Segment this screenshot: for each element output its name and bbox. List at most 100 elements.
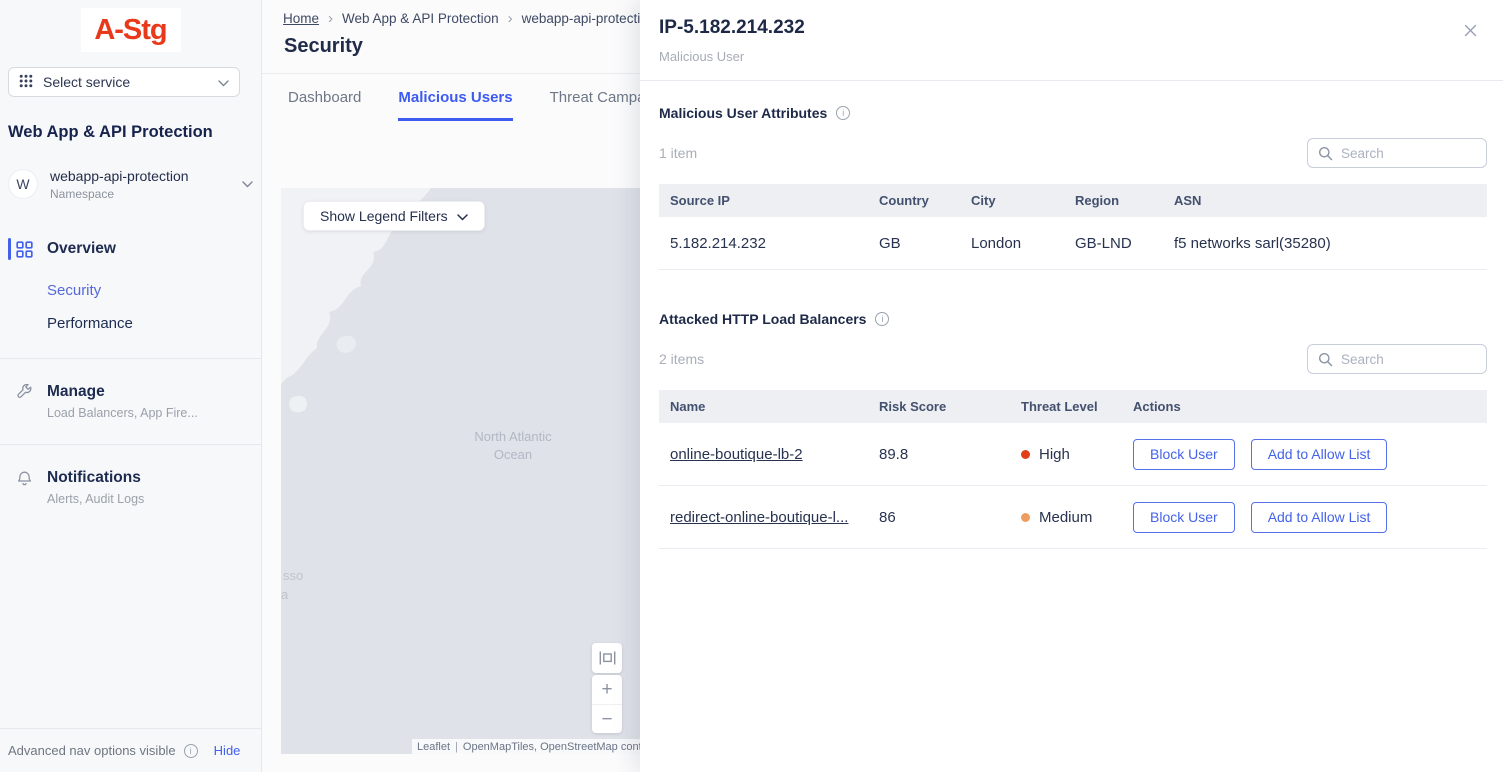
cell-city: London	[960, 235, 1064, 252]
load-balancers-item-count: 2 items	[659, 351, 704, 367]
sidebar: A-Stg Select service Web App & API Prote…	[0, 0, 262, 772]
threat-level-dot	[1021, 513, 1030, 522]
attributes-search	[1307, 138, 1487, 168]
namespace-type-label: Namespace	[50, 187, 230, 201]
sidebar-divider	[0, 358, 261, 359]
tab-malicious-users[interactable]: Malicious Users	[398, 89, 512, 121]
sidebar-divider	[0, 444, 261, 445]
sidebar-item-notifications[interactable]: Notifications Alerts, Audit Logs	[0, 463, 261, 512]
tab-dashboard[interactable]: Dashboard	[288, 89, 361, 121]
brand-logo: A-Stg	[81, 8, 181, 52]
load-balancers-section-title: Attacked HTTP Load Balancers	[659, 311, 866, 327]
load-balancer-link[interactable]: redirect-online-boutique-l...	[670, 509, 848, 526]
namespace-selector[interactable]: W webapp-api-protection Namespace	[8, 162, 253, 206]
attributes-section: Malicious User Attributes 1 item Source …	[659, 105, 1487, 270]
threat-level-dot	[1021, 450, 1030, 459]
column-header-asn: ASN	[1163, 193, 1487, 208]
breadcrumb-home[interactable]: Home	[283, 11, 319, 26]
chevron-down-icon	[457, 208, 468, 224]
chevron-down-icon	[218, 74, 229, 90]
detail-panel: IP-5.182.214.232 Malicious User Maliciou…	[640, 0, 1503, 772]
sidebar-item-security[interactable]: Security	[0, 274, 261, 307]
add-to-allow-list-button[interactable]: Add to Allow List	[1251, 439, 1388, 470]
sidebar-footer: Advanced nav options visible Hide	[0, 728, 261, 772]
sidebar-item-subtitle: Alerts, Audit Logs	[47, 492, 144, 506]
search-icon	[1318, 146, 1333, 161]
show-legend-filters-button[interactable]: Show Legend Filters	[303, 201, 485, 231]
zoom-in-button[interactable]: +	[592, 675, 622, 704]
sidebar-item-performance[interactable]: Performance	[0, 307, 261, 340]
cell-region: GB-LND	[1064, 235, 1163, 252]
cell-risk-score: 86	[868, 509, 1010, 526]
add-to-allow-list-button[interactable]: Add to Allow List	[1251, 502, 1388, 533]
column-header-country: Country	[868, 193, 960, 208]
table-row: 5.182.214.232 GB London GB-LND f5 networ…	[659, 217, 1487, 270]
sidebar-section-title: Web App & API Protection	[8, 123, 253, 142]
advanced-nav-label: Advanced nav options visible	[8, 743, 176, 758]
chevron-down-icon	[242, 175, 253, 193]
hide-advanced-nav-link[interactable]: Hide	[214, 743, 241, 758]
service-selector-label: Select service	[43, 74, 208, 90]
column-header-city: City	[960, 193, 1064, 208]
close-icon[interactable]	[1461, 21, 1479, 39]
search-input[interactable]	[1341, 352, 1476, 367]
legend-button-label: Show Legend Filters	[320, 208, 448, 224]
attributes-section-title: Malicious User Attributes	[659, 105, 827, 121]
threat-level-label: Medium	[1039, 509, 1092, 526]
map-label-partial: sso	[283, 568, 303, 583]
breadcrumb-namespace: webapp-api-protection	[522, 11, 656, 26]
column-header-source-ip: Source IP	[659, 193, 868, 208]
sidebar-item-label: Notifications	[47, 469, 141, 486]
search-input[interactable]	[1341, 146, 1476, 161]
panel-header: IP-5.182.214.232 Malicious User	[640, 0, 1503, 81]
chevron-right-icon: ›	[508, 10, 513, 27]
search-icon	[1318, 352, 1333, 367]
namespace-avatar: W	[8, 169, 38, 199]
chevron-right-icon: ›	[328, 10, 333, 27]
sidebar-item-label: Manage	[47, 383, 105, 400]
cell-source-ip: 5.182.214.232	[659, 235, 868, 252]
fit-bounds-icon	[599, 650, 616, 666]
table-header-row: Name Risk Score Threat Level Actions	[659, 390, 1487, 423]
wrench-icon	[16, 384, 34, 401]
load-balancer-link[interactable]: online-boutique-lb-2	[670, 446, 803, 463]
service-selector[interactable]: Select service	[8, 67, 240, 97]
brand-logo-text: A-Stg	[94, 14, 166, 47]
map-label-partial: a	[281, 587, 288, 602]
sidebar-nav: Overview Security Performance Manage Loa…	[0, 234, 261, 512]
attribution-divider: |	[455, 741, 458, 753]
column-header-threat-level: Threat Level	[1010, 399, 1122, 414]
sidebar-item-manage[interactable]: Manage Load Balancers, App Fire...	[0, 377, 261, 426]
column-header-actions: Actions	[1122, 399, 1487, 414]
map-fit-bounds-button[interactable]	[592, 643, 622, 673]
threat-level-label: High	[1039, 446, 1070, 463]
zoom-out-button[interactable]: −	[592, 704, 622, 733]
table-row: online-boutique-lb-2 89.8 High Block Use…	[659, 423, 1487, 486]
sidebar-item-overview[interactable]: Overview	[0, 234, 261, 264]
cell-risk-score: 89.8	[868, 446, 1010, 463]
app-root: A-Stg Select service Web App & API Prote…	[0, 0, 1503, 772]
bell-icon	[16, 470, 34, 487]
cell-country: GB	[868, 235, 960, 252]
apps-grid-icon	[19, 74, 33, 91]
load-balancers-table: Name Risk Score Threat Level Actions onl…	[659, 390, 1487, 549]
overview-grid-icon	[16, 241, 34, 258]
namespace-name: webapp-api-protection	[50, 168, 230, 184]
info-icon[interactable]	[875, 312, 889, 326]
table-header-row: Source IP Country City Region ASN	[659, 184, 1487, 217]
map-label-ocean: North Atlantic Ocean	[448, 428, 578, 463]
column-header-name: Name	[659, 399, 868, 414]
block-user-button[interactable]: Block User	[1133, 439, 1235, 470]
column-header-region: Region	[1064, 193, 1163, 208]
panel-subtitle: Malicious User	[659, 49, 1479, 64]
info-icon[interactable]	[184, 744, 198, 758]
info-icon[interactable]	[836, 106, 850, 120]
attributes-table: Source IP Country City Region ASN 5.182.…	[659, 184, 1487, 270]
leaflet-link[interactable]: Leaflet	[417, 741, 450, 753]
map-zoom-control: + −	[592, 675, 622, 733]
breadcrumb-waap[interactable]: Web App & API Protection	[342, 11, 499, 26]
block-user-button[interactable]: Block User	[1133, 502, 1235, 533]
load-balancers-search	[1307, 344, 1487, 374]
panel-title: IP-5.182.214.232	[659, 17, 1479, 39]
load-balancers-section: Attacked HTTP Load Balancers 2 items Nam…	[659, 311, 1487, 549]
